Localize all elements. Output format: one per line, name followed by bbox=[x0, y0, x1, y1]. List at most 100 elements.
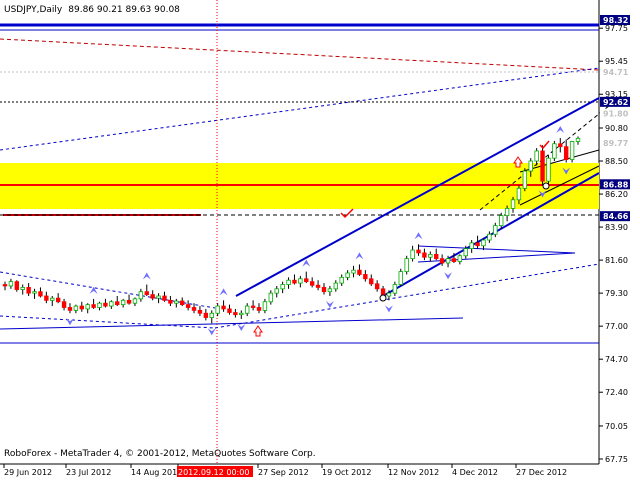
bull-candle bbox=[8, 281, 14, 287]
bull-candle bbox=[262, 301, 268, 311]
bear-candle bbox=[191, 307, 197, 311]
price-tick-label: 74.70 bbox=[605, 355, 628, 364]
bear-candle bbox=[309, 281, 315, 286]
bear-candle bbox=[439, 258, 445, 264]
bull-candle bbox=[552, 143, 557, 159]
bear-candle bbox=[227, 308, 232, 313]
price-tick-label: 70.05 bbox=[605, 422, 628, 431]
bull-candle bbox=[239, 312, 244, 316]
bear-candle bbox=[221, 305, 226, 310]
price-tick-label: 67.75 bbox=[605, 455, 628, 464]
bear-candle bbox=[162, 295, 167, 301]
bear-candle bbox=[475, 242, 480, 247]
white-circle-icon bbox=[542, 182, 550, 190]
bull-candle bbox=[109, 301, 114, 307]
bull-candle bbox=[546, 157, 551, 182]
bull-candle bbox=[528, 160, 533, 172]
bull-candle bbox=[398, 271, 403, 285]
bear-candle bbox=[292, 279, 297, 284]
time-tick-label: 29 Jun 2012 bbox=[4, 468, 52, 477]
bear-candle bbox=[197, 309, 203, 314]
bear-candle bbox=[38, 291, 43, 297]
bear-candle bbox=[79, 305, 84, 310]
bull-candle bbox=[138, 291, 144, 300]
bull-candle bbox=[85, 304, 90, 310]
bear-candle bbox=[144, 291, 149, 295]
time-tick-label: 2012.09.12 00:00 bbox=[178, 468, 249, 477]
price-tick-label: 95.45 bbox=[605, 57, 628, 66]
bear-candle bbox=[168, 299, 173, 304]
bull-candle bbox=[493, 225, 498, 235]
bear-candle bbox=[14, 281, 20, 290]
bull-candle bbox=[20, 286, 25, 290]
bull-candle bbox=[469, 242, 474, 250]
bear-candle bbox=[357, 269, 362, 275]
bull-candle bbox=[215, 305, 220, 314]
bull-candle bbox=[280, 284, 285, 290]
bull-candle bbox=[499, 215, 504, 227]
bear-candle bbox=[91, 304, 96, 308]
price-tick-label: 81.60 bbox=[605, 256, 628, 265]
bull-candle bbox=[569, 141, 575, 160]
bull-candle bbox=[345, 272, 350, 278]
bull-candle bbox=[132, 298, 138, 304]
bull-candle bbox=[522, 170, 528, 189]
bull-candle bbox=[463, 248, 468, 257]
bull-candle bbox=[575, 137, 581, 142]
bear-candle bbox=[26, 286, 31, 294]
time-tick-label: 12 Nov 2012 bbox=[388, 468, 439, 477]
bull-candle bbox=[428, 253, 433, 258]
bear-candle bbox=[363, 274, 368, 280]
price-tick-label: 97.75 bbox=[605, 24, 628, 33]
level-badge-label: 89.77 bbox=[603, 139, 628, 148]
bear-candle bbox=[103, 302, 108, 307]
bull-candle bbox=[510, 199, 516, 209]
price-chart[interactable]: 97.7595.4593.1590.8088.5086.2083.9081.60… bbox=[0, 0, 640, 480]
bear-candle bbox=[321, 286, 327, 293]
time-tick-label: 23 Jul 2012 bbox=[66, 468, 111, 477]
bear-candle bbox=[304, 278, 309, 283]
bull-candle bbox=[457, 255, 463, 262]
bear-candle bbox=[2, 284, 8, 287]
copyright-text: RoboForex - MetaTrader 4, © 2001-2012, M… bbox=[4, 449, 316, 459]
level-badge-label: 98.32 bbox=[603, 16, 628, 25]
bull-candle bbox=[410, 249, 415, 260]
level-badge-label: 92.62 bbox=[603, 98, 628, 107]
price-tick-label: 86.20 bbox=[605, 190, 628, 199]
bull-candle bbox=[333, 282, 339, 290]
time-tick-label: 14 Aug 2012 bbox=[131, 468, 182, 477]
bear-candle bbox=[434, 253, 439, 260]
bull-candle bbox=[386, 292, 392, 297]
bear-candle bbox=[185, 304, 191, 308]
bear-candle bbox=[374, 283, 380, 290]
bear-candle bbox=[315, 284, 321, 288]
bull-candle bbox=[481, 239, 486, 247]
level-badge-label: 86.88 bbox=[603, 180, 629, 189]
bull-candle bbox=[268, 292, 274, 303]
bear-candle bbox=[451, 258, 457, 262]
bull-candle bbox=[174, 300, 179, 304]
bull-candle bbox=[534, 150, 539, 162]
bear-candle bbox=[126, 299, 132, 304]
bull-candle bbox=[120, 299, 126, 306]
bull-candle bbox=[73, 305, 79, 311]
bull-candle bbox=[504, 208, 510, 216]
bear-candle bbox=[540, 150, 545, 182]
bear-candle bbox=[115, 301, 120, 306]
bear-candle bbox=[180, 300, 185, 306]
bear-candle bbox=[150, 294, 155, 299]
price-tick-label: 90.80 bbox=[605, 124, 628, 133]
bull-candle bbox=[404, 258, 409, 272]
bull-candle bbox=[286, 279, 291, 285]
level-badge-label: 84.66 bbox=[603, 212, 629, 221]
bear-candle bbox=[44, 295, 49, 301]
bear-candle bbox=[416, 249, 421, 254]
bull-candle bbox=[327, 288, 333, 293]
bull-candle bbox=[274, 288, 279, 294]
time-tick-label: 27 Dec 2012 bbox=[516, 468, 567, 477]
bear-candle bbox=[55, 297, 61, 303]
chart-window[interactable]: 97.75 95.45 93.15 90.80 88.50 86.20 83.90 81.60… bbox=[0, 0, 640, 480]
time-tick-label: 4 Dec 2012 bbox=[452, 468, 498, 477]
bear-candle bbox=[256, 307, 262, 311]
price-tick-label: 79.30 bbox=[605, 289, 628, 298]
